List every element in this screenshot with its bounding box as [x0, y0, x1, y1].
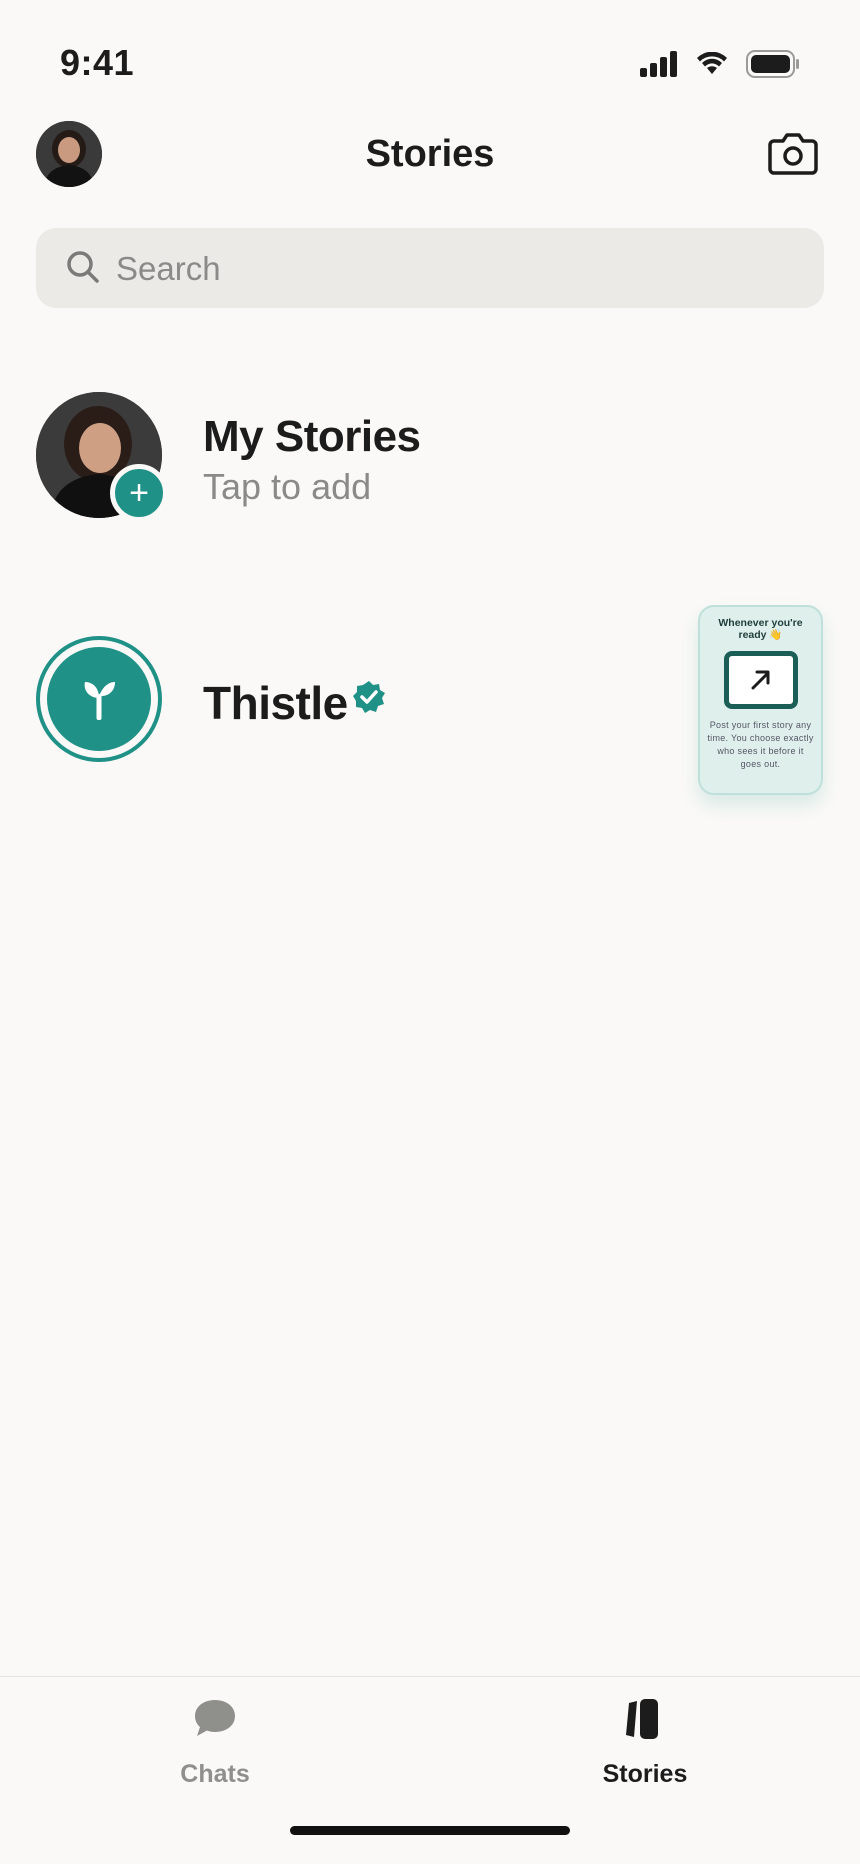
arrow-up-right-icon: [751, 670, 769, 690]
tab-chats[interactable]: Chats: [115, 1697, 315, 1789]
add-story-button[interactable]: +: [110, 464, 168, 522]
tip-title: Whenever you're ready 👋: [718, 617, 803, 641]
battery-icon: [746, 50, 799, 78]
channel-avatar: [47, 647, 151, 751]
my-stories-row[interactable]: + My Stories Tap to add: [0, 392, 860, 522]
stories-icon: [626, 1699, 658, 1739]
search-bar[interactable]: Search: [36, 228, 824, 308]
tip-illustration: [723, 651, 798, 709]
status-time: 9:41: [60, 42, 135, 83]
channel-avatar-ring: [36, 636, 162, 762]
tip-body: Post your first story any time. You choo…: [707, 720, 814, 769]
tab-chats-label: Chats: [180, 1760, 250, 1788]
verified-badge-icon: [353, 681, 385, 713]
tab-stories[interactable]: Stories: [545, 1697, 745, 1789]
search-placeholder: Search: [116, 250, 221, 287]
search-icon: [67, 251, 99, 283]
onboarding-tip-card[interactable]: Whenever you're ready 👋 Post your first …: [698, 605, 823, 795]
page-title: Stories: [365, 133, 495, 175]
chat-bubble-icon: [195, 1700, 235, 1736]
home-indicator: [290, 1826, 570, 1835]
tab-stories-label: Stories: [602, 1760, 688, 1788]
wifi-icon: [697, 52, 727, 74]
camera-button[interactable]: [768, 131, 818, 175]
sprout-icon: [84, 682, 115, 720]
status-icons: [640, 50, 800, 78]
status-bar: 9:41: [0, 0, 860, 110]
tab-bar: Chats Stories: [0, 1676, 860, 1864]
camera-icon: [768, 133, 818, 175]
channel-name: Thistle: [203, 677, 348, 729]
my-stories-title: My Stories: [203, 412, 421, 461]
cellular-signal-icon: [640, 51, 677, 77]
my-stories-subtitle: Tap to add: [203, 466, 372, 507]
header: Stories: [0, 115, 860, 195]
